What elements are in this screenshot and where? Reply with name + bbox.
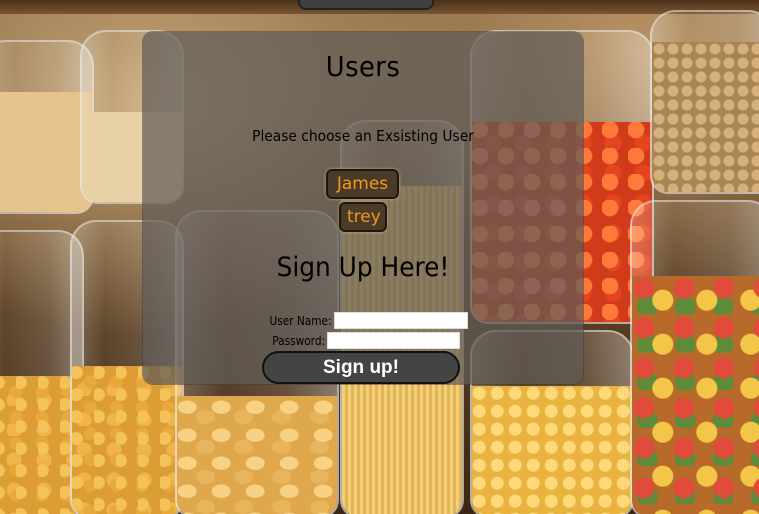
users-title: Users: [325, 50, 401, 83]
signup-title: Sign Up Here!: [276, 252, 450, 283]
existing-user-prompt: Please choose an Exsisting User: [252, 127, 474, 145]
user-button-trey[interactable]: trey: [339, 202, 387, 232]
users-panel: Users Please choose an Exsisting User Ja…: [143, 32, 583, 384]
user-button-james[interactable]: James: [326, 169, 399, 199]
signup-button[interactable]: Sign up!: [262, 351, 460, 384]
password-label: Password:: [272, 333, 326, 348]
username-row: User Name:: [261, 312, 468, 329]
password-row: Password:: [265, 332, 461, 349]
password-input[interactable]: [327, 332, 461, 349]
username-input[interactable]: [333, 312, 468, 329]
jar-vegetables: [630, 200, 759, 514]
top-tab[interactable]: [298, 0, 434, 10]
jar-fusilli: [650, 10, 759, 194]
username-label: User Name:: [269, 313, 332, 328]
